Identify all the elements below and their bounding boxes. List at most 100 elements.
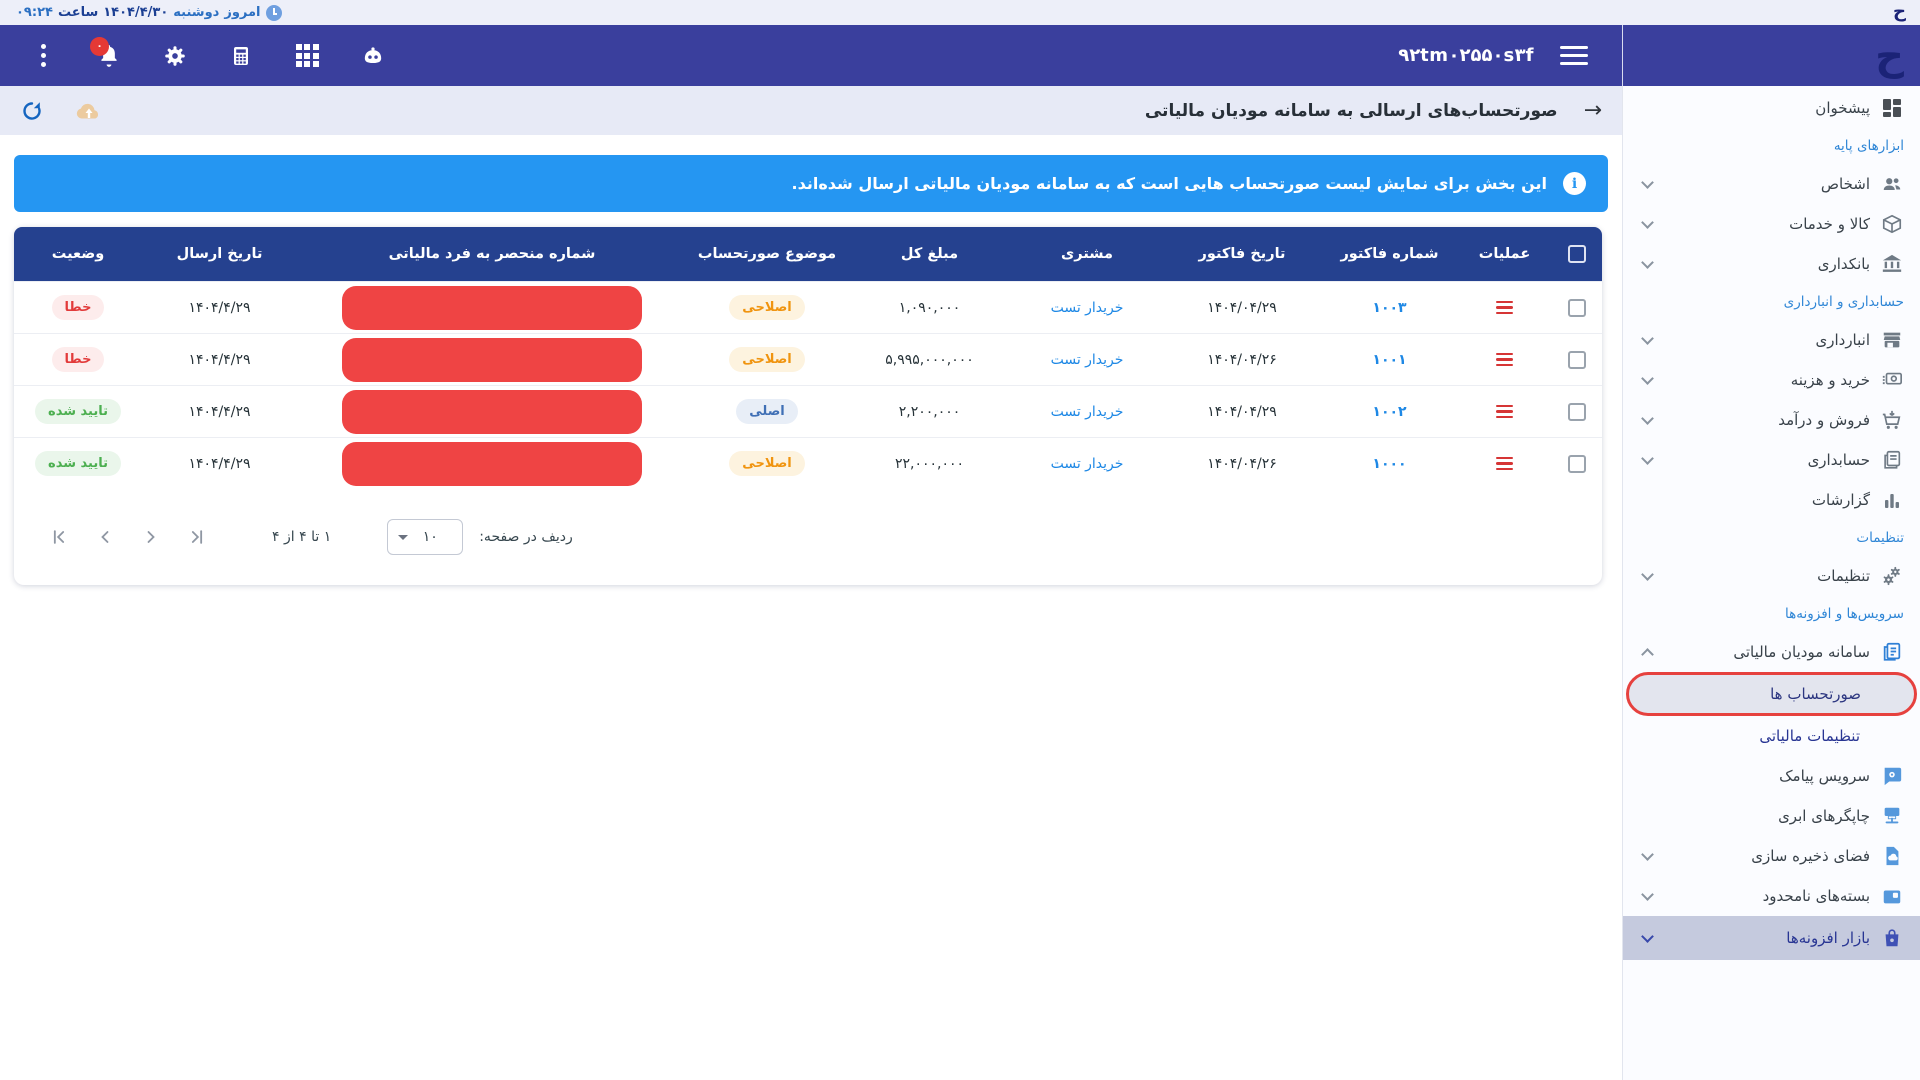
sidebar-item-sales-income[interactable]: فروش و درآمد [1623,400,1920,440]
customer-link[interactable]: خریدار تست [1012,352,1162,368]
total-amount: ۱,۰۹۰,۰۰۰ [847,300,1012,316]
tax-uid-redacted-block [342,338,642,382]
weekday-label: دوشنبه [173,5,219,20]
info-banner-text: این بخش برای نمایش لیست صورتحساب هایی اس… [792,174,1547,193]
chevron-down-icon [1641,256,1654,269]
assistant-button[interactable] [352,35,394,77]
page-title: صورتحساب‌های ارسالی به سامانه مودیان مال… [1145,101,1558,121]
kebab-icon [41,44,46,67]
tax-uid-redacted-block [342,390,642,434]
sidebar-subitem-invoices-active[interactable]: صورتحساب ها [1626,672,1917,716]
row-checkbox[interactable] [1568,403,1586,421]
header-invoice-no: شماره فاکتور [1322,246,1457,262]
row-checkbox[interactable] [1568,351,1586,369]
first-page-button[interactable] [42,520,76,554]
notifications-button[interactable]: ۰ [88,35,130,77]
time-label: ساعت [58,5,98,20]
invoice-no-link[interactable]: ۱۰۰۲ [1322,404,1457,420]
tax-uid-redacted-block [342,286,642,330]
cloud-upload-button[interactable] [74,99,104,123]
sidebar-subitem-tax-settings[interactable]: تنظیمات مالیاتی [1623,716,1920,756]
operations-menu-icon[interactable] [1496,301,1513,315]
sidebar-item-label: بانکداری [1662,255,1870,273]
operations-menu-icon[interactable] [1496,457,1513,471]
store-icon [1880,328,1904,352]
rows-per-page-select[interactable]: ۱۰ [387,519,463,555]
invoices-table-card: عملیات شماره فاکتور تاریخ فاکتور مشتری م… [14,227,1602,585]
sidebar-item-label: حسابداری [1662,451,1870,469]
last-page-button[interactable] [180,520,214,554]
settings-button[interactable] [154,35,196,77]
previous-page-button[interactable] [88,520,122,554]
invoice-no-link[interactable]: ۱۰۰۱ [1322,352,1457,368]
chevron-down-icon [1641,412,1654,425]
row-checkbox[interactable] [1568,455,1586,473]
sidebar-item-label: کالا و خدمات [1662,215,1870,233]
invoice-date: ۱۴۰۴/۰۴/۲۹ [1162,404,1322,420]
sidebar-item-tax-system[interactable]: سامانه مودیان مالیاتی [1623,632,1920,672]
sidebar-item-unlimited-packages[interactable]: بسته‌های نامحدود [1623,876,1920,916]
sms-gear-icon [1880,764,1904,788]
select-all-checkbox[interactable] [1568,245,1586,263]
customer-link[interactable]: خریدار تست [1012,404,1162,420]
info-banner: i این بخش برای نمایش لیست صورتحساب هایی … [14,155,1608,212]
header-total: مبلغ کل [847,246,1012,262]
back-arrow-icon[interactable]: → [1584,100,1602,122]
sidebar-item-label: تنظیمات [1662,567,1870,585]
sidebar-item-settings[interactable]: تنظیمات [1623,556,1920,596]
sidebar-subitem-label: صورتحساب ها [1629,685,1861,703]
main-content: → صورتحساب‌های ارسالی به سامانه مودیان م… [0,86,1622,1080]
invoice-no-link[interactable]: ۱۰۰۳ [1322,300,1457,316]
sidebar-item-label: فروش و درآمد [1662,411,1870,429]
refresh-button[interactable] [20,99,44,123]
customer-link[interactable]: خریدار تست [1012,300,1162,316]
sidebar-item-storage[interactable]: فضای ذخیره سازی [1623,836,1920,876]
workspace-id: ۹۲tm۰۲۵۵۰s۳f [1398,45,1534,66]
next-page-button[interactable] [134,520,168,554]
status-badge: خطا [52,295,105,320]
header-invoice-date: تاریخ فاکتور [1162,246,1322,262]
sidebar-item-cloud-printers[interactable]: چاپگرهای ابری [1623,796,1920,836]
sidebar-item-goods-services[interactable]: کالا و خدمات [1623,204,1920,244]
subject-badge: اصلاحی [729,295,804,320]
table-row: ۱۰۰۰ ۱۴۰۴/۰۴/۲۶ خریدار تست ۲۲,۰۰۰,۰۰۰ اص… [14,437,1602,489]
calculator-icon [229,44,253,68]
customer-link[interactable]: خریدار تست [1012,456,1162,472]
sidebar-item-reports[interactable]: گزارشات [1623,480,1920,520]
tax-uid-redacted-block [342,442,642,486]
robot-icon [359,42,387,70]
hamburger-menu-button[interactable] [1560,46,1588,65]
invoice-date: ۱۴۰۴/۰۴/۲۶ [1162,352,1322,368]
operations-menu-icon[interactable] [1496,353,1513,367]
table-row: ۱۰۰۱ ۱۴۰۴/۰۴/۲۶ خریدار تست ۵,۹۹۵,۰۰۰,۰۰۰… [14,333,1602,385]
sidebar-item-warehousing[interactable]: انبارداری [1623,320,1920,360]
sidebar-item-addons-market[interactable]: بازار افزونه‌ها [1623,916,1920,960]
invoice-no-link[interactable]: ۱۰۰۰ [1322,456,1457,472]
operations-menu-icon[interactable] [1496,405,1513,419]
shopping-bag-icon [1880,926,1904,950]
sidebar-item-dashboard[interactable]: پیشخوان [1623,88,1920,128]
brand-logo-large: ح [1875,36,1904,76]
today-label: امروز [224,5,260,20]
header-tax-uid: شماره منحصر به فرد مالیاتی [297,246,687,262]
calculator-button[interactable] [220,35,262,77]
apps-button[interactable] [286,35,328,77]
row-checkbox[interactable] [1568,299,1586,317]
sidebar-item-people[interactable]: اشخاص [1623,164,1920,204]
status-badge: تایید شده [35,399,121,424]
sidebar-item-label: چاپگرهای ابری [1639,807,1870,825]
sidebar-item-banking[interactable]: بانکداری [1623,244,1920,284]
rows-per-page-label: ردیف در صفحه: [479,529,573,545]
caret-down-icon [398,535,408,540]
ledger-icon [1880,448,1904,472]
status-badge: تایید شده [35,451,121,476]
sidebar: پیشخوان ابزارهای پایه اشخاص کالا و خدمات [1622,86,1920,1080]
sidebar-item-sms-service[interactable]: سرویس پیامک [1623,756,1920,796]
gears-icon [1880,564,1904,588]
sidebar-item-accounting[interactable]: حسابداری [1623,440,1920,480]
chevron-up-icon [1641,648,1654,661]
sidebar-item-purchase-expense[interactable]: خرید و هزینه [1623,360,1920,400]
sidebar-logo-zone: ح [1622,25,1920,86]
chevron-down-icon [1641,848,1654,861]
more-menu-button[interactable] [22,35,64,77]
